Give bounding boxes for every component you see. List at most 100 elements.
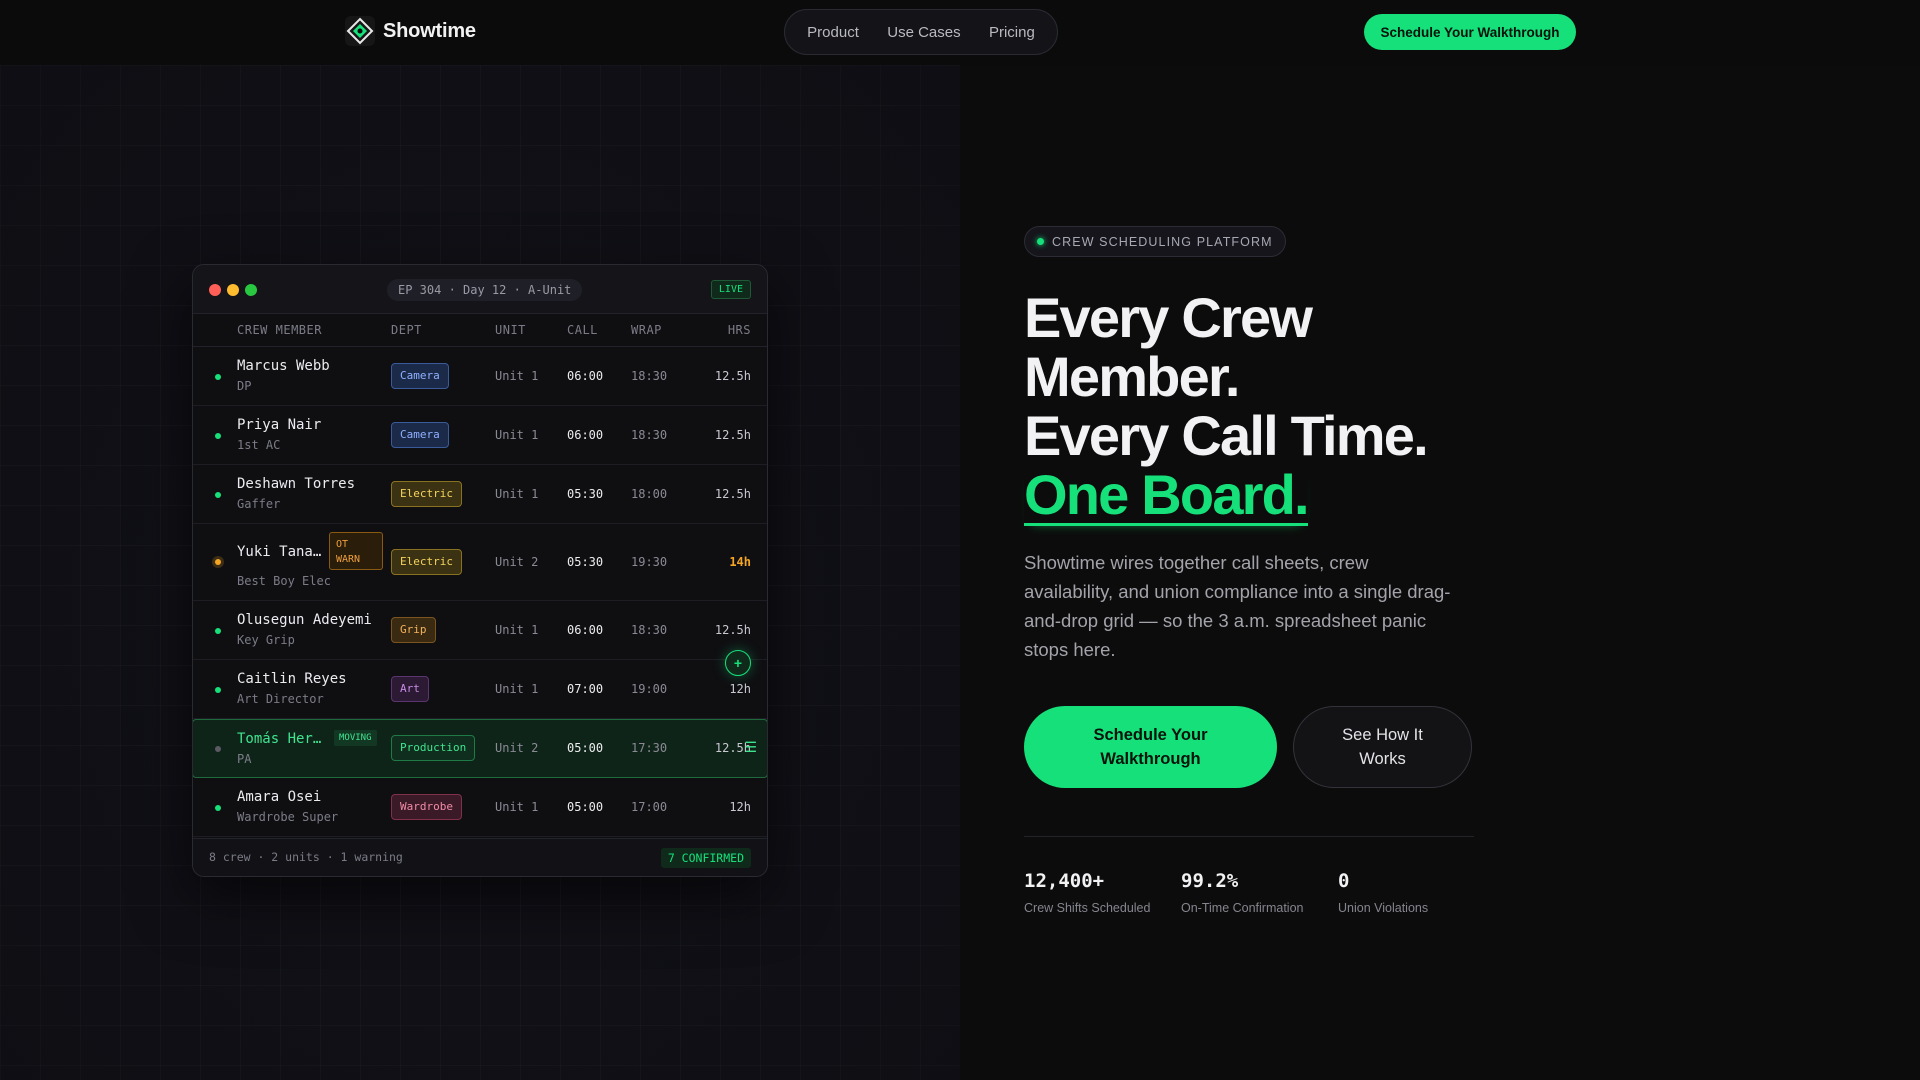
crew-role: Art Director	[237, 692, 324, 706]
stats-divider	[1024, 836, 1474, 837]
see-how-it-works-button[interactable]: See How It Works	[1293, 706, 1472, 788]
crew-row[interactable]: Yuki Tana… OT WARN Best Boy Elec Electri…	[193, 524, 767, 601]
crew-name: Priya Nair	[237, 417, 322, 433]
status-dot	[215, 628, 221, 634]
showtime-logo-icon	[345, 16, 375, 46]
episode-label: EP 304 · Day 12 · A-Unit	[387, 279, 583, 301]
col-hrs: HRS	[727, 323, 751, 337]
window-close-dot	[209, 284, 221, 296]
hero-subtitle: Showtime wires together call sheets, cre…	[1024, 552, 1451, 660]
status-dot	[215, 492, 221, 498]
hero-headline: Every Crew Member. Every Call Time. One …	[1024, 288, 1584, 526]
crew-role: Key Grip	[237, 633, 295, 647]
schedule-walkthrough-button[interactable]: Schedule Your Walkthrough	[1024, 706, 1277, 788]
dept-badge: Wardrobe	[391, 794, 462, 820]
wrap-cell: 17:30	[631, 741, 668, 755]
call-cell: 06:00	[567, 369, 604, 383]
call-cell: 05:00	[567, 800, 604, 814]
drag-handle-icon[interactable]: ☰	[744, 740, 757, 756]
call-cell: 06:00	[567, 428, 604, 442]
headline-line-1: Every Crew	[1024, 286, 1313, 349]
dept-badge: Grip	[391, 617, 436, 643]
crew-name: Caitlin Reyes	[237, 671, 347, 687]
status-dot	[215, 374, 221, 380]
wrap-cell: 19:00	[631, 682, 668, 696]
hrs-cell: 14h	[729, 555, 751, 569]
call-cell: 05:30	[567, 487, 604, 501]
nav-link-product[interactable]: Product	[807, 24, 859, 41]
crew-role: Gaffer	[237, 497, 281, 511]
col-call: CALL	[567, 323, 598, 337]
headline-line-3: Every Call Time.	[1024, 404, 1429, 467]
crew-board: EP 304 · Day 12 · A-Unit LIVE CREW MEMBE…	[192, 264, 768, 877]
crew-row[interactable]: Deshawn Torres Gaffer Electric Unit 1 05…	[193, 465, 767, 524]
crew-row-dragging[interactable]: Tomás Her… MOVING PA Production Unit 2 0…	[193, 719, 767, 778]
wrap-cell: 18:30	[631, 623, 668, 637]
wrap-cell: 17:00	[631, 800, 668, 814]
unit-cell: Unit 2	[495, 741, 539, 755]
crew-row[interactable]: Caitlin Reyes Art Director Art Unit 1 07…	[193, 660, 767, 719]
unit-cell: Unit 1	[495, 800, 539, 814]
dept-badge: Electric	[391, 549, 462, 575]
hrs-cell: 12.5h	[714, 623, 751, 637]
stat-shifts: 12,400+ Crew Shifts Scheduled	[1024, 870, 1150, 915]
eyebrow-badge: CREW SCHEDULING PLATFORM	[1024, 226, 1286, 257]
brand[interactable]: Showtime	[345, 16, 476, 46]
crew-row[interactable]: Priya Nair 1st AC Camera Unit 1 06:00 18…	[193, 406, 767, 465]
crew-name: Amara Osei	[237, 789, 322, 805]
call-cell: 07:00	[567, 682, 604, 696]
dept-badge: Camera	[391, 422, 449, 448]
crew-row[interactable]: Olusegun Adeyemi Key Grip Grip Unit 1 06…	[193, 601, 767, 660]
window-minimize-dot	[227, 284, 239, 296]
dept-badge: Electric	[391, 481, 462, 507]
board-footer: 8 crew · 2 units · 1 warning 7 CONFIRMED	[193, 838, 767, 876]
unit-cell: Unit 1	[495, 623, 539, 637]
hrs-cell: 12.5h	[714, 369, 751, 383]
stat-violations: 0 Union Violations	[1338, 870, 1428, 915]
headline-line-2: Member.	[1024, 345, 1240, 408]
unit-cell: Unit 1	[495, 487, 539, 501]
live-indicator-icon	[1037, 238, 1044, 245]
hrs-cell: 12.5h	[714, 428, 751, 442]
status-dot	[215, 805, 221, 811]
stat-label: Crew Shifts Scheduled	[1024, 901, 1151, 915]
stat-label: Union Violations	[1338, 901, 1429, 915]
board-summary: 8 crew · 2 units · 1 warning	[209, 850, 403, 864]
crew-role: Wardrobe Super	[237, 810, 339, 824]
status-dot	[215, 433, 221, 439]
top-nav: Showtime Product Use Cases Pricing Sched…	[0, 0, 1920, 65]
hrs-cell: 12.5h	[714, 487, 751, 501]
crew-row[interactable]: Marcus Webb DP Camera Unit 1 06:00 18:30…	[193, 347, 767, 406]
call-cell: 05:00	[567, 741, 604, 755]
dept-badge: Camera	[391, 363, 449, 389]
crew-row[interactable]: Amara Osei Wardrobe Super Wardrobe Unit …	[193, 778, 767, 837]
crew-name: Deshawn Torres	[237, 476, 356, 492]
nav-link-pricing[interactable]: Pricing	[989, 24, 1035, 41]
nav-schedule-button[interactable]: Schedule Your Walkthrough	[1364, 14, 1576, 50]
stat-value: 12,400+	[1024, 870, 1105, 892]
nav-link-use-cases[interactable]: Use Cases	[887, 24, 960, 41]
stat-value: 0	[1338, 870, 1350, 892]
add-crew-button[interactable]: +	[725, 650, 751, 676]
confirmed-badge: 7 CONFIRMED	[660, 848, 751, 868]
col-dept: DEPT	[391, 323, 422, 337]
status-dot	[215, 687, 221, 693]
crew-role: PA	[237, 752, 252, 766]
wrap-cell: 19:30	[631, 555, 668, 569]
dept-badge: Production	[391, 735, 476, 761]
unit-cell: Unit 1	[495, 428, 539, 442]
dept-badge: Art	[391, 676, 429, 702]
wrap-cell: 18:30	[631, 428, 668, 442]
window-maximize-dot	[245, 284, 257, 296]
warning-status-dot	[215, 559, 221, 565]
nav-links: Product Use Cases Pricing	[784, 9, 1058, 55]
ot-warn-badge: OT WARN	[329, 532, 383, 570]
call-cell: 06:00	[567, 623, 604, 637]
eyebrow-text: CREW SCHEDULING PLATFORM	[1052, 234, 1273, 249]
unit-cell: Unit 2	[495, 555, 539, 569]
crew-name: Olusegun Adeyemi	[237, 612, 372, 628]
crew-role: 1st AC	[237, 438, 281, 452]
board-header: EP 304 · Day 12 · A-Unit LIVE	[193, 265, 767, 314]
hrs-cell: 12h	[729, 682, 751, 696]
unit-cell: Unit 1	[495, 369, 539, 383]
